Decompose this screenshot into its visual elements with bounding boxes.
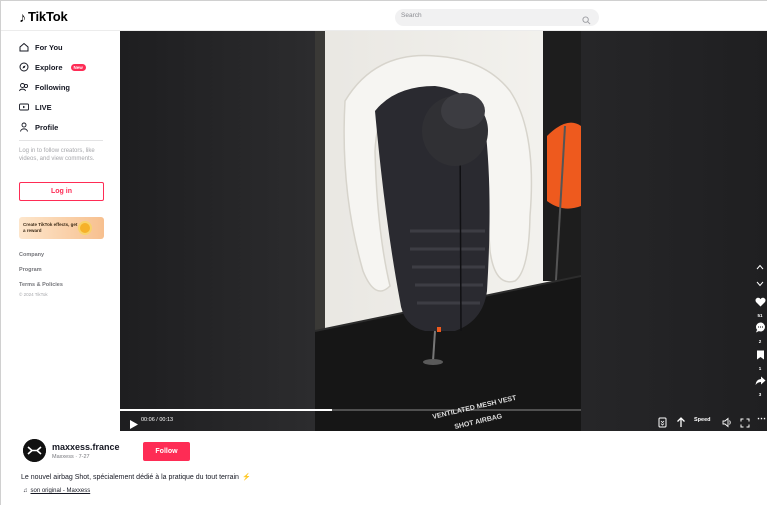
scroll-up-icon[interactable] — [753, 257, 767, 275]
like-button[interactable]: 51 — [753, 294, 767, 318]
login-button[interactable]: Log in — [19, 182, 104, 201]
following-icon — [19, 82, 29, 92]
video-player[interactable]: SHOT AIRBAG VENTILATED MESH VEST 00:06 /… — [120, 31, 767, 431]
floating-player-icon[interactable] — [676, 415, 686, 431]
scroll-down-icon[interactable] — [753, 274, 767, 292]
sidebar-item-label: Profile — [35, 122, 59, 132]
video-time: 00:06 / 00:13 — [141, 417, 174, 423]
play-icon[interactable] — [130, 416, 138, 431]
volume-icon[interactable] — [722, 415, 733, 431]
music-info[interactable]: ♫ son original - Maxxess — [23, 488, 90, 494]
autoscroll-icon[interactable] — [658, 415, 667, 431]
tiktok-window: ♪ TikTok Search For You Explore New Foll… — [0, 0, 767, 505]
share-count: 3 — [758, 392, 762, 397]
video-backdrop-left — [120, 31, 315, 431]
sidebar-item-following[interactable]: Following — [19, 82, 70, 92]
search-placeholder: Search — [401, 12, 422, 19]
copyright: © 2024 TikTok — [19, 292, 48, 297]
effects-banner-text: Create TikTok effects, get a reward — [23, 222, 78, 233]
follow-button[interactable]: Follow — [143, 442, 190, 461]
save-count: 1 — [758, 366, 762, 371]
sidebar-item-profile[interactable]: Profile — [19, 122, 58, 132]
coin-icon — [78, 221, 92, 235]
share-arrow-icon — [755, 373, 766, 390]
comment-count: 2 — [758, 339, 762, 344]
tiktok-note-icon: ♪ — [19, 8, 26, 25]
video-backdrop-right — [581, 31, 767, 431]
author-username[interactable]: maxxess.france — [52, 442, 120, 452]
sidebar-item-label: LIVE — [35, 102, 52, 112]
sidebar: For You Explore New Following LIVE Profi… — [1, 31, 120, 431]
search-input[interactable]: Search — [395, 9, 599, 26]
sidebar-item-for-you[interactable]: For You — [19, 42, 63, 52]
sidebar-item-live[interactable]: LIVE — [19, 102, 52, 112]
sidebar-item-label: For You — [35, 42, 63, 52]
footer-link-program[interactable]: Program — [19, 267, 42, 273]
speed-button[interactable]: Speed — [694, 417, 711, 423]
bookmark-icon — [756, 347, 765, 364]
music-link[interactable]: son original - Maxxess — [31, 488, 91, 494]
new-badge: New — [70, 63, 86, 71]
top-header: ♪ TikTok Search — [1, 1, 767, 31]
save-button[interactable]: 1 — [753, 347, 767, 371]
lightning-emoji: ⚡ — [241, 474, 251, 481]
comment-button[interactable]: 2 — [753, 320, 767, 344]
post-info: maxxess.france Maxxess · 7-27 Follow Le … — [1, 431, 767, 505]
tiktok-logo[interactable]: ♪ TikTok — [19, 9, 68, 24]
compass-icon — [19, 62, 29, 72]
avatar[interactable] — [23, 439, 46, 462]
home-icon — [19, 42, 29, 52]
profile-icon — [19, 122, 29, 132]
music-note-icon: ♫ — [23, 488, 28, 494]
footer-link-terms[interactable]: Terms & Policies — [19, 282, 63, 288]
video-controls: 00:06 / 00:13 Speed ⋯ — [120, 411, 767, 431]
author-subline: Maxxess · 7-27 — [52, 454, 90, 460]
heart-icon — [755, 294, 766, 311]
post-caption: Le nouvel airbag Shot, spécialement dédi… — [21, 473, 251, 481]
fullscreen-icon[interactable] — [740, 415, 750, 431]
footer-link-company[interactable]: Company — [19, 252, 44, 258]
sidebar-item-explore[interactable]: Explore New — [19, 62, 86, 72]
share-button[interactable]: 3 — [753, 373, 767, 397]
sidebar-item-label: Following — [35, 82, 70, 92]
sidebar-item-label: Explore — [35, 62, 63, 72]
login-message: Log in to follow creators, like videos, … — [19, 148, 95, 162]
logo-text: TikTok — [28, 9, 68, 24]
like-count: 51 — [757, 313, 763, 318]
effects-banner[interactable]: Create TikTok effects, get a reward — [19, 217, 104, 239]
search-icon[interactable] — [582, 12, 591, 30]
live-icon — [19, 102, 29, 112]
sidebar-divider — [19, 140, 103, 141]
comment-icon — [755, 320, 766, 337]
video-still: SHOT AIRBAG VENTILATED MESH VEST — [315, 31, 581, 431]
caption-text: Le nouvel airbag Shot, spécialement dédi… — [21, 474, 239, 481]
video-frame[interactable]: SHOT AIRBAG VENTILATED MESH VEST — [315, 31, 581, 431]
more-options-icon[interactable]: ⋯ — [757, 413, 766, 424]
